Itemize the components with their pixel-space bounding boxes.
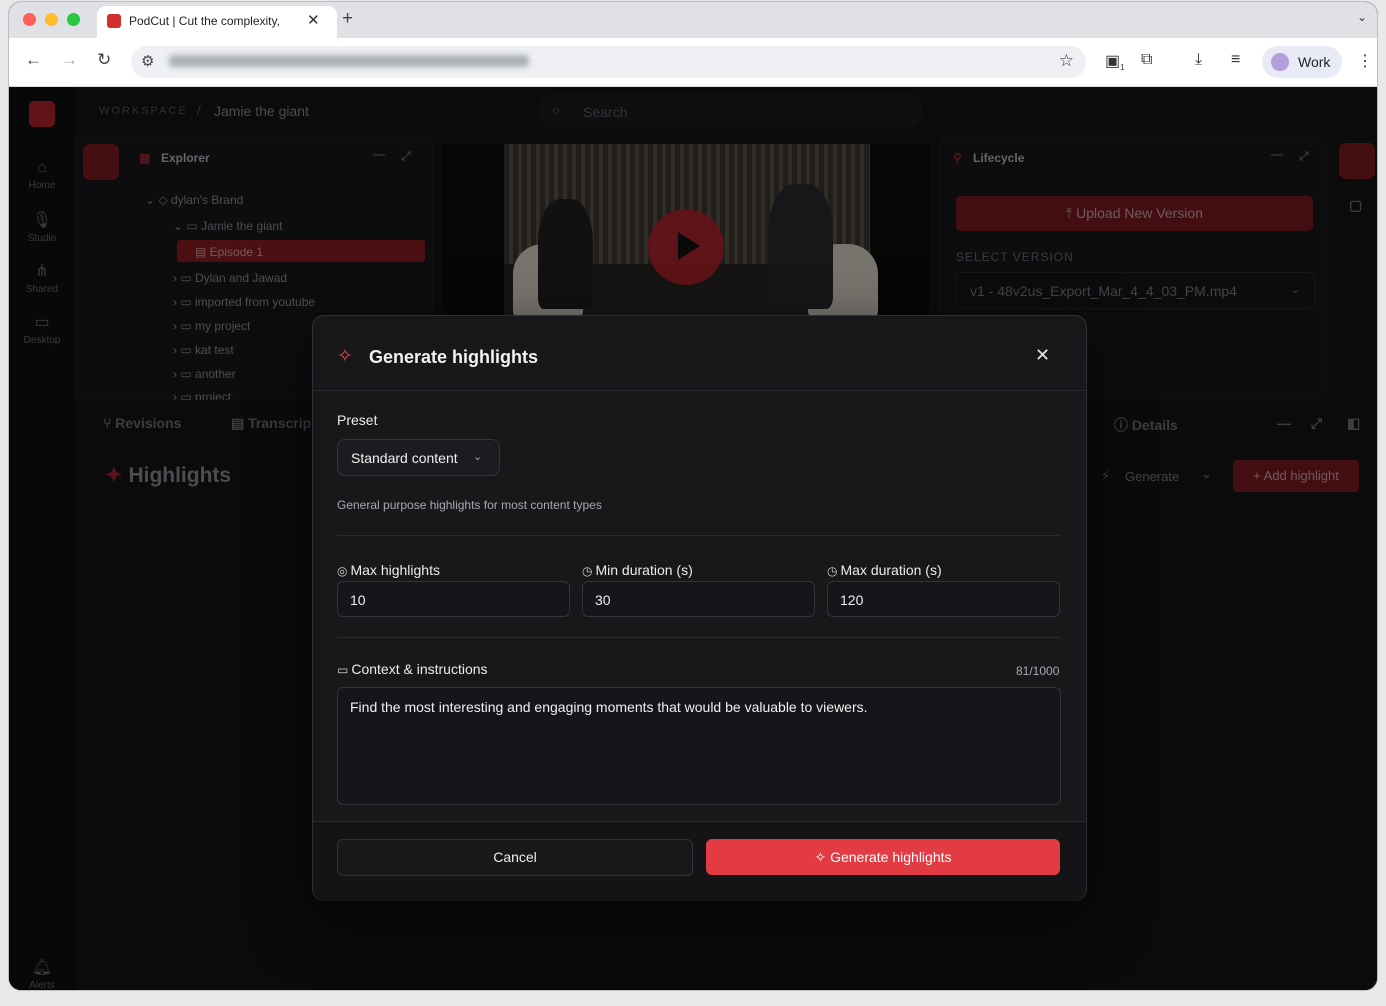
modal-footer: Cancel ✧ Generate highlights: [313, 821, 1086, 901]
modal-title: Generate highlights: [369, 347, 539, 367]
tab-bar: PodCut | Cut the complexity, ✕ + ⌄: [9, 2, 1377, 38]
preset-select[interactable]: Standard content ⌄: [337, 439, 500, 476]
modal-header: ✧ Generate highlights ✕: [313, 316, 1086, 391]
max-highlights-input[interactable]: 10: [337, 581, 570, 617]
maximize-window-button[interactable]: [67, 13, 80, 26]
character-counter: 81/1000: [1016, 664, 1060, 678]
preset-label: Preset: [337, 412, 378, 428]
context-label: ▭ Context & instructions: [337, 661, 488, 677]
bookmark-star-icon[interactable]: ☆: [1059, 51, 1074, 71]
max-duration-input[interactable]: 120: [827, 581, 1060, 617]
chevron-down-icon: ⌄: [473, 451, 483, 463]
site-settings-icon[interactable]: ⚙: [141, 52, 154, 70]
clock-icon: ◷: [827, 564, 838, 578]
clock-icon: ◷: [582, 564, 593, 578]
download-icon[interactable]: ⤓: [1195, 51, 1202, 69]
sparkle-icon: ✧: [814, 849, 831, 865]
preset-description: General purpose highlights for most cont…: [337, 498, 602, 512]
divider: [337, 535, 1060, 536]
tab-title: PodCut | Cut the complexity,: [129, 14, 280, 28]
close-window-button[interactable]: [23, 13, 36, 26]
browser-menu-icon[interactable]: ⋮: [1357, 51, 1373, 71]
reload-icon[interactable]: ↻: [97, 50, 111, 70]
forward-icon[interactable]: →: [61, 50, 78, 70]
min-duration-label: ◷ Min duration (s): [582, 562, 693, 578]
tab-search-chevron-icon[interactable]: ⌄: [1357, 10, 1367, 24]
browser-window: PodCut | Cut the complexity, ✕ + ⌄ ← → ↻…: [9, 2, 1377, 990]
extension-icon[interactable]: ▣1: [1105, 51, 1125, 72]
max-highlights-label: ◎ Max highlights: [337, 562, 440, 578]
address-bar[interactable]: ⚙ ☆: [131, 46, 1086, 78]
max-duration-label: ◷ Max duration (s): [827, 562, 942, 578]
generate-highlights-button[interactable]: ✧ Generate highlights: [706, 839, 1060, 875]
profile-button[interactable]: Work: [1262, 46, 1342, 78]
message-icon: ▭: [337, 663, 349, 677]
close-icon[interactable]: ✕: [1035, 345, 1050, 366]
new-tab-button[interactable]: +: [342, 8, 353, 30]
browser-toolbar: ← → ↻ ⚙ ☆ ▣1 ⧉ ⤓ ≡ Work ⋮: [9, 38, 1377, 87]
preset-value: Standard content: [351, 450, 458, 466]
minimize-window-button[interactable]: [45, 13, 58, 26]
browser-tab[interactable]: PodCut | Cut the complexity, ✕: [97, 6, 337, 38]
context-textarea[interactable]: Find the most interesting and engaging m…: [337, 687, 1061, 805]
target-icon: ◎: [337, 564, 348, 578]
profile-name: Work: [1298, 54, 1331, 70]
profile-avatar: [1271, 53, 1289, 71]
cancel-button[interactable]: Cancel: [337, 839, 693, 876]
media-controls-icon[interactable]: ≡: [1231, 51, 1240, 69]
min-duration-input[interactable]: 30: [582, 581, 815, 617]
sparkle-icon: ✧: [337, 346, 353, 367]
back-icon[interactable]: ←: [25, 50, 42, 70]
tab-close-icon[interactable]: ✕: [307, 11, 320, 29]
generate-highlights-modal: ✧ Generate highlights ✕ Preset Standard …: [312, 315, 1087, 901]
puzzle-extensions-icon[interactable]: ⧉: [1141, 51, 1152, 69]
podcut-favicon-icon: [107, 14, 121, 28]
divider: [337, 637, 1060, 638]
blurred-url: [169, 55, 529, 67]
